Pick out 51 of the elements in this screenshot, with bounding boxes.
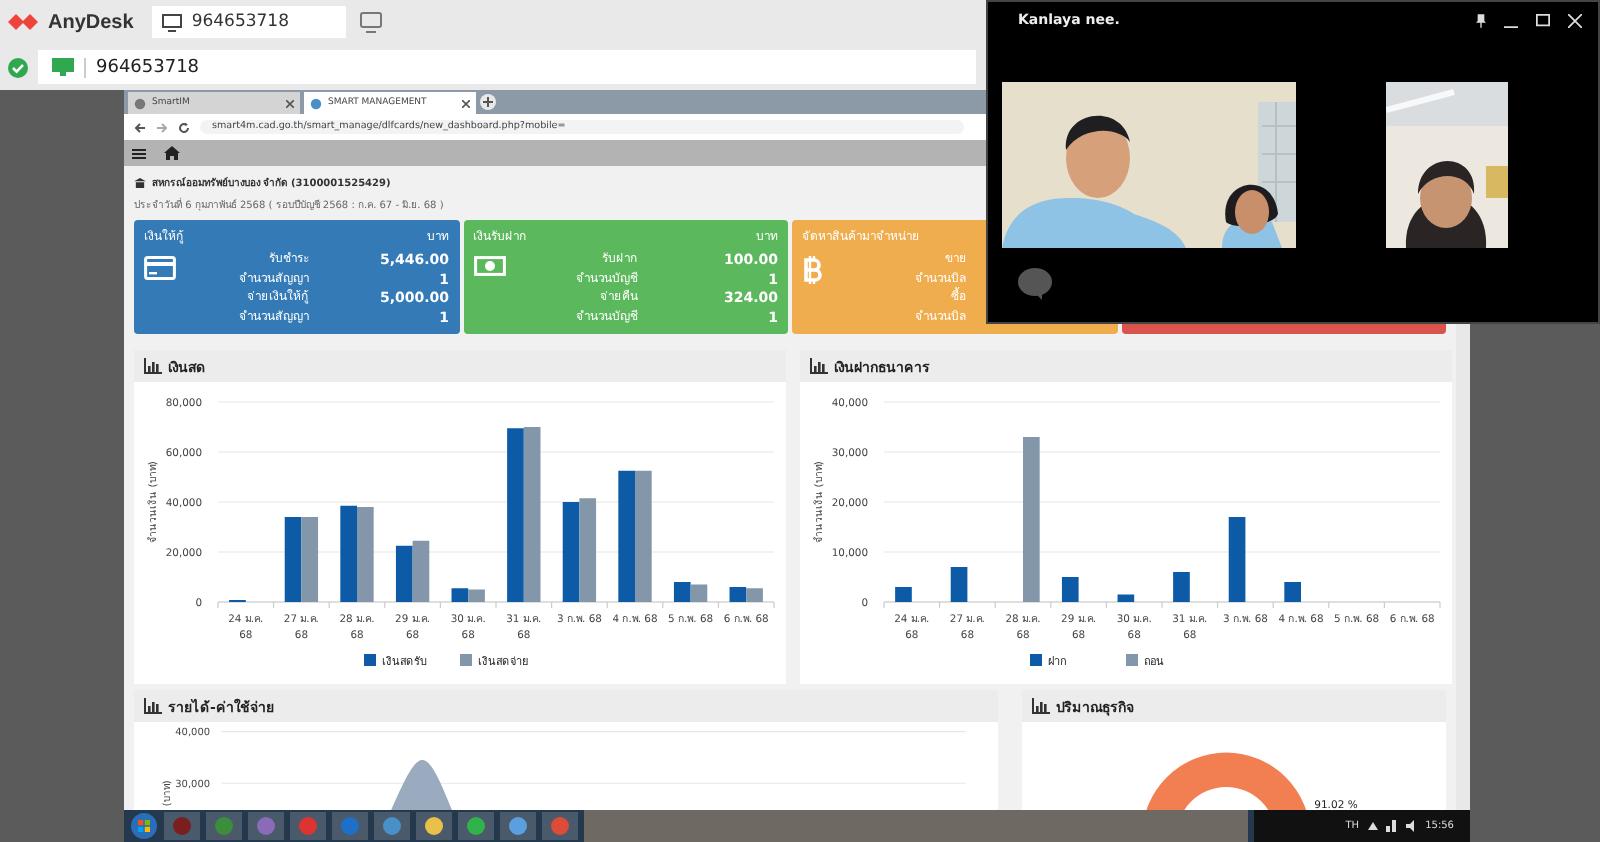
chat-bubble-icon: [1018, 268, 1052, 300]
bar: [301, 517, 319, 602]
close-icon[interactable]: [462, 99, 470, 107]
tab-favicon-icon: [134, 97, 146, 109]
tab-favicon-icon: [310, 97, 322, 109]
taskbar-app-icon[interactable]: [500, 812, 536, 840]
pin-icon[interactable]: [1476, 13, 1486, 27]
session-tab[interactable]: 964653718: [151, 6, 346, 38]
monitor-icon: [161, 13, 182, 31]
bar-chart-icon: [144, 698, 162, 714]
monitor-icon: [52, 58, 74, 76]
credit-card-icon: [144, 256, 176, 280]
bar: [1173, 572, 1190, 602]
home-icon[interactable]: [164, 146, 180, 160]
bar-chart-icon: [810, 358, 828, 374]
maximize-icon[interactable]: [1536, 13, 1550, 27]
menu-icon[interactable]: [132, 147, 146, 159]
taskbar-app-icon[interactable]: [458, 812, 494, 840]
bar-chart-icon: [144, 358, 162, 374]
building-icon: [134, 177, 146, 187]
back-icon[interactable]: [134, 121, 146, 133]
anydesk-logo-icon: [8, 10, 40, 34]
check-icon: [8, 57, 28, 77]
bar: [895, 587, 912, 602]
bar: [1117, 594, 1135, 602]
tray-arrow-icon[interactable]: [1367, 822, 1378, 830]
bar: [562, 502, 580, 602]
bar: [635, 470, 652, 602]
speaker-icon[interactable]: [1405, 820, 1418, 832]
bar: [1061, 577, 1079, 602]
app-name: AnyDesk: [48, 11, 134, 33]
bitcoin-icon: [802, 256, 822, 284]
reload-icon[interactable]: [178, 121, 190, 133]
taskbar-app-icon[interactable]: [416, 812, 452, 840]
address-field[interactable]: 964653718: [38, 50, 976, 84]
bar-chart-icon: [1032, 698, 1050, 714]
new-session-icon[interactable]: [359, 11, 384, 33]
bar: [1228, 517, 1246, 602]
new-tab-icon[interactable]: [480, 94, 496, 110]
bar: [340, 505, 357, 602]
banknote-icon: [473, 256, 505, 276]
bar: [618, 470, 635, 602]
network-icon[interactable]: [1385, 820, 1398, 832]
bar: [284, 517, 302, 602]
bar: [395, 545, 413, 602]
bar: [950, 567, 968, 602]
bar: [357, 507, 374, 602]
bar: [673, 582, 691, 602]
start-button[interactable]: [130, 812, 158, 840]
bar: [1284, 582, 1301, 602]
bar: [579, 498, 597, 602]
